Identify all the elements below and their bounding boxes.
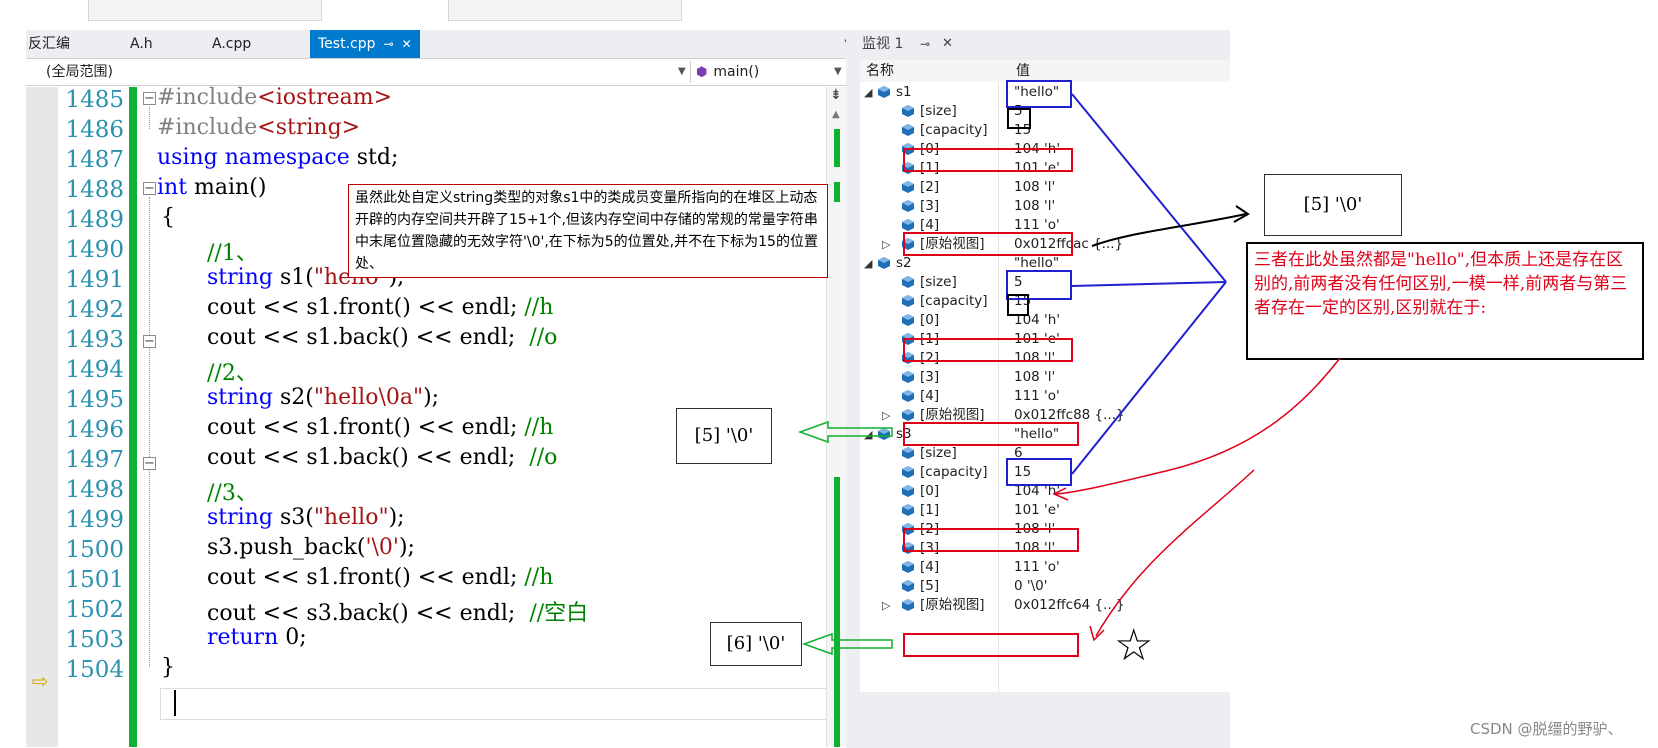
blue-line xyxy=(1071,281,1227,475)
green-arrow xyxy=(797,420,893,444)
blue-line xyxy=(1071,281,1227,287)
red-arrow xyxy=(1055,357,1341,495)
green-arrow xyxy=(801,632,893,656)
annotation-lines xyxy=(797,93,1341,656)
black-arrow xyxy=(1091,213,1247,247)
blue-line xyxy=(1071,93,1227,283)
red-arrow xyxy=(1095,469,1255,637)
